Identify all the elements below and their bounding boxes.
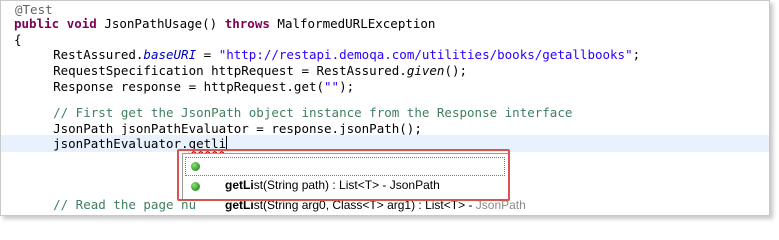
code-line-comment-page: // Read the page nu — [23, 197, 197, 212]
response-prefix: Response response = httpRequest.get( — [23, 79, 325, 94]
code-line-response: Response response = httpRequest.get(""); — [23, 78, 354, 95]
code-line-method-signature: public void JsonPathUsage() throws Malfo… — [14, 15, 435, 32]
typed-text: getli — [188, 136, 227, 151]
public-method-icon — [191, 182, 200, 191]
keyword-throws: throws — [224, 16, 270, 31]
keyword-public: public — [14, 16, 60, 31]
code-line-current[interactable]: jsonPathEvaluator.getli — [1, 135, 769, 152]
public-method-icon — [191, 162, 200, 171]
code-line-request-spec: RequestSpecification httpRequest = RestA… — [23, 62, 467, 79]
open-brace: { — [14, 32, 22, 47]
exception-type: MalformedURLException — [269, 16, 436, 31]
code-line-comment-jsonpath: // First get the JsonPath object instanc… — [23, 105, 573, 120]
text-cursor — [226, 136, 228, 150]
proposal-declaring-type: JsonPath — [475, 198, 526, 212]
base-uri-field: baseURI — [143, 47, 197, 62]
given-method: given — [406, 63, 445, 78]
request-spec-end: (); — [444, 63, 468, 78]
base-uri-semicolon: ; — [632, 47, 641, 62]
base-uri-string: "http://restapi.demoqa.com/utilities/boo… — [218, 47, 633, 62]
current-line-prefix: jsonPathEvaluator. — [23, 136, 189, 151]
proposal-signature: st(String arg0, Class<T> arg1) : List<T>… — [253, 198, 476, 212]
code-line-base-uri: RestAssured.baseURI = "http://restapi.de… — [23, 46, 640, 63]
content-assist-popup[interactable]: getList(String path) : List<T> - JsonPat… — [182, 153, 526, 212]
keyword-void: void — [66, 16, 97, 31]
response-empty-string: "" — [324, 79, 340, 94]
proposal-getlist-path[interactable]: getList(String path) : List<T> - JsonPat… — [185, 157, 505, 192]
screenshot-frame: @Test public void JsonPathUsage() throws… — [0, 0, 770, 216]
proposal-getlist-class[interactable]: getList(String arg0, Class<T> arg1) : Li… — [185, 177, 526, 212]
proposal-match: getLi — [225, 198, 254, 212]
method-name: JsonPathUsage() — [96, 16, 225, 31]
code-line-open-brace: { — [14, 31, 22, 48]
base-uri-prefix: RestAssured. — [23, 47, 144, 62]
base-uri-assign: = — [196, 47, 219, 62]
response-end: ); — [339, 79, 355, 94]
request-spec-prefix: RequestSpecification httpRequest = RestA… — [23, 63, 407, 78]
